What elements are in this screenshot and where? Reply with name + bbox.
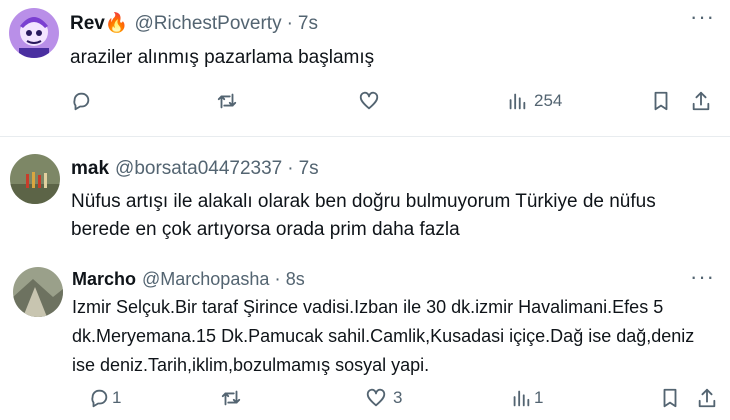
timestamp[interactable]: 7s: [299, 158, 319, 180]
share-button[interactable]: [690, 90, 712, 112]
author-name[interactable]: mak: [71, 158, 109, 180]
views-chart-icon: [509, 93, 526, 110]
heart-icon: [359, 91, 379, 110]
reply-icon: [91, 389, 108, 408]
views-chart-icon: [513, 390, 530, 407]
like-count: 3: [393, 388, 403, 407]
reply-icon: [73, 92, 90, 111]
retweet-button[interactable]: [216, 90, 238, 112]
avatar[interactable]: [13, 267, 63, 317]
timestamp[interactable]: 7s: [298, 13, 318, 35]
tweet-text: Izmir Selçuk.Bir taraf Şirince vadisi.Iz…: [72, 297, 695, 375]
author-handle[interactable]: @borsata04472337: [115, 158, 282, 180]
tweet-3[interactable]: Marcho @Marchopasha · 8s ··· Izmir Selçu…: [0, 258, 730, 420]
views-count: 1: [534, 388, 544, 407]
retweet-icon: [221, 390, 241, 406]
share-icon: [698, 388, 716, 408]
bookmark-icon: [663, 388, 677, 408]
views-count: 254: [534, 91, 563, 110]
more-dots-icon[interactable]: ···: [690, 6, 715, 28]
more-dots-icon[interactable]: ···: [690, 266, 715, 288]
timestamp[interactable]: 8s: [286, 269, 305, 290]
like-button[interactable]: 3: [365, 387, 402, 409]
tweet-text: Nüfus artışı ile alakalı olarak ben doğr…: [71, 191, 656, 240]
share-icon: [692, 91, 710, 111]
reply-button[interactable]: 1: [88, 387, 121, 409]
heart-icon: [366, 388, 386, 407]
tweet-text: araziler alınmış pazarlama başlamış: [70, 47, 375, 68]
avatar[interactable]: [10, 154, 60, 204]
tweet-actions: 254: [70, 90, 715, 120]
author-name[interactable]: Marcho: [72, 269, 136, 290]
retweet-button[interactable]: [220, 387, 242, 409]
tweet-actions: 1 3 1: [88, 387, 718, 417]
separator-dot: ·: [287, 158, 294, 179]
author-handle[interactable]: @Marchopasha: [142, 269, 269, 290]
retweet-icon: [217, 93, 237, 109]
bookmark-button[interactable]: [659, 387, 681, 409]
avatar[interactable]: [9, 8, 59, 58]
views-button[interactable]: 1: [510, 387, 543, 409]
bookmark-icon: [654, 91, 668, 111]
author-handle[interactable]: @RichestPoverty: [135, 13, 282, 35]
reply-count: 1: [112, 388, 122, 407]
reply-button[interactable]: [70, 90, 92, 112]
views-button[interactable]: 254: [506, 90, 562, 112]
tweet-2[interactable]: mak @borsata04472337 · 7s Nüfus artışı i…: [0, 137, 730, 257]
separator-dot: ·: [274, 269, 281, 290]
tweet-1[interactable]: Rev🔥 @RichestPoverty · 7s ··· araziler a…: [0, 0, 730, 132]
share-button[interactable]: [696, 387, 718, 409]
separator-dot: ·: [286, 13, 293, 34]
like-button[interactable]: [358, 90, 380, 112]
bookmark-button[interactable]: [650, 90, 672, 112]
author-name[interactable]: Rev🔥: [70, 11, 129, 35]
